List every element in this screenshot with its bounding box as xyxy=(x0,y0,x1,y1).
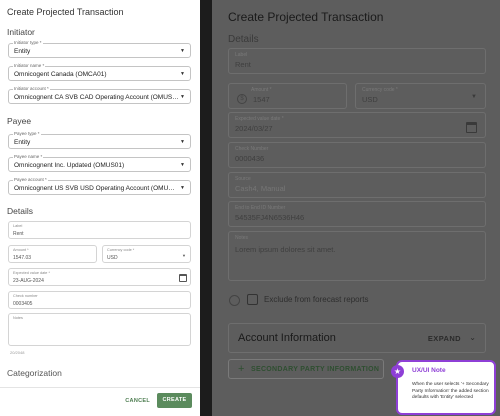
page-title: Create Projected Transaction xyxy=(228,10,384,24)
payee-name-select[interactable]: Payee name * Omnicognent Inc. Updated (O… xyxy=(8,154,191,172)
notes-label: Notes xyxy=(13,316,23,320)
categorization-heading: Categorization xyxy=(7,368,62,378)
ux-note-card: ★ UX/UI Note When the user selects '+ Se… xyxy=(391,360,496,415)
initiator-account-value: Omnicognent CA SVB CAD Operating Account… xyxy=(14,94,179,101)
chevron-down-icon: ▼ xyxy=(182,253,186,258)
payee-account-label: Payee account * xyxy=(13,177,48,183)
chevron-down-icon: ▼ xyxy=(180,71,185,77)
chevron-down-icon: ▼ xyxy=(180,139,185,145)
check-number-label: Check number xyxy=(13,294,38,298)
check-number-value: 0003405 xyxy=(13,301,33,307)
currency-field-value: USD xyxy=(107,255,118,261)
currency-field-label: Currency code * xyxy=(107,248,135,252)
label-field-value: Rent xyxy=(235,60,251,69)
initiator-account-label: Initiator account * xyxy=(13,86,50,92)
label-field[interactable]: Label Rent xyxy=(8,221,191,239)
payee-type-value: Entity xyxy=(14,139,31,146)
page-title: Create Projected Transaction xyxy=(7,7,124,17)
initiator-type-select[interactable]: Initiator type * Entity ▼ xyxy=(8,40,191,58)
currency-field-label: Currency code * xyxy=(362,87,398,93)
source-label: Source xyxy=(235,176,251,182)
notes-value: Lorem ipsum dolores sit amet. xyxy=(235,245,336,254)
cancel-button[interactable]: CANCEL xyxy=(125,398,150,404)
exclude-forecast-checkbox[interactable] xyxy=(247,294,258,305)
initiator-name-select[interactable]: Initiator name * Omnicogent Canada (OMCA… xyxy=(8,63,191,81)
end-to-end-id-field[interactable]: End to End ID Number 54535FJ4N6536H46 xyxy=(228,201,486,227)
account-information-title: Account Information xyxy=(238,332,336,344)
notes-char-count: 20/2048 xyxy=(10,350,25,355)
account-information-section[interactable]: Account Information EXPAND ⌄ xyxy=(228,323,486,353)
check-number-field[interactable]: Check Number 0000436 xyxy=(228,142,486,168)
calendar-icon[interactable] xyxy=(466,122,477,133)
ux-note-body: When the user selects '+ Secondary Party… xyxy=(412,382,489,400)
expand-button[interactable]: EXPAND xyxy=(428,334,461,343)
check-number-label: Check Number xyxy=(235,146,269,152)
label-field-label: Label xyxy=(235,52,248,58)
payee-type-select[interactable]: Payee type * Entity ▼ xyxy=(8,131,191,149)
initiator-type-value: Entity xyxy=(14,48,31,55)
chevron-down-icon: ▼ xyxy=(180,162,185,168)
amount-field[interactable]: Amount * 1547.03 xyxy=(8,245,97,263)
expected-date-field[interactable]: Expected value date * 2024/03/27 xyxy=(228,112,486,138)
end-to-end-id-value: 54535FJ4N6536H46 xyxy=(235,213,305,222)
payee-type-label: Payee type * xyxy=(13,131,41,137)
payee-account-select[interactable]: Payee account * Omnicognent US SVB USD O… xyxy=(8,177,191,195)
payee-name-label: Payee name * xyxy=(13,154,44,160)
initiator-name-value: Omnicogent Canada (OMCA01) xyxy=(14,71,107,78)
chevron-down-icon: ▼ xyxy=(180,48,185,54)
initiator-type-label: Initiator type * xyxy=(13,40,43,46)
payee-account-value: Omnicognent US SVB USD Operating Account… xyxy=(14,185,179,192)
chevron-down-icon: ▼ xyxy=(471,94,477,100)
star-icon: ★ xyxy=(391,365,404,378)
source-value: Cash4, Manual xyxy=(235,184,286,193)
currency-icon: $ xyxy=(237,94,247,104)
check-number-field[interactable]: Check number 0003405 xyxy=(8,291,191,309)
label-field-value: Rent xyxy=(13,231,24,237)
right-panel-overlay: Create Projected Transaction Details Lab… xyxy=(212,0,500,416)
chevron-down-icon[interactable]: ⌄ xyxy=(469,333,476,342)
expected-date-value: 23-AUG-2024 xyxy=(13,278,44,284)
plus-icon: + xyxy=(238,363,245,375)
end-to-end-id-label: End to End ID Number xyxy=(235,205,286,211)
create-button[interactable]: CREATE xyxy=(157,393,192,408)
amount-field-value: 1547 xyxy=(253,95,270,104)
form-footer: CANCEL CREATE xyxy=(0,387,200,416)
initiator-name-label: Initiator name * xyxy=(13,63,46,69)
chevron-down-icon: ▼ xyxy=(180,94,185,100)
secondary-party-button[interactable]: + SECONDARY PARTY INFORMATION xyxy=(228,359,384,379)
amount-field-label: Amount * xyxy=(251,87,272,93)
expected-date-label: Expected value date * xyxy=(13,271,50,275)
secondary-party-label: SECONDARY PARTY INFORMATION xyxy=(251,366,380,373)
expected-date-field[interactable]: Expected value date * 23-AUG-2024 xyxy=(8,268,191,286)
payee-heading: Payee xyxy=(7,116,32,126)
notes-field[interactable]: Notes xyxy=(8,313,191,346)
label-field-label: Label xyxy=(13,224,23,228)
left-panel: Create Projected Transaction Initiator I… xyxy=(0,0,200,416)
label-field[interactable]: Label Rent xyxy=(228,48,486,74)
amount-field-value: 1547.03 xyxy=(13,255,32,261)
expected-date-label: Expected value date * xyxy=(235,116,284,122)
currency-field-value: USD xyxy=(362,95,378,104)
expected-date-value: 2024/03/27 xyxy=(235,124,273,133)
details-heading: Details xyxy=(228,34,259,45)
currency-select[interactable]: Currency code * USD ▼ xyxy=(355,83,486,109)
amount-field[interactable]: Amount * $ 1547 xyxy=(228,83,347,109)
info-icon[interactable] xyxy=(229,295,240,306)
exclude-forecast-label: Exclude from forecast reports xyxy=(264,295,369,304)
calendar-icon[interactable] xyxy=(179,274,187,282)
notes-label: Notes xyxy=(235,235,249,241)
payee-name-value: Omnicognent Inc. Updated (OMUS01) xyxy=(14,162,125,169)
initiator-account-select[interactable]: Initiator account * Omnicognent CA SVB C… xyxy=(8,86,191,104)
details-heading: Details xyxy=(7,206,33,216)
notes-field[interactable]: Notes Lorem ipsum dolores sit amet. xyxy=(228,231,486,281)
check-number-value: 0000436 xyxy=(235,154,265,163)
chevron-down-icon: ▼ xyxy=(180,185,185,191)
initiator-heading: Initiator xyxy=(7,27,35,37)
source-field: Source Cash4, Manual xyxy=(228,172,486,198)
ux-note-title: UX/UI Note xyxy=(412,367,446,374)
currency-select[interactable]: Currency code * USD ▼ xyxy=(102,245,191,263)
amount-field-label: Amount * xyxy=(13,248,29,252)
